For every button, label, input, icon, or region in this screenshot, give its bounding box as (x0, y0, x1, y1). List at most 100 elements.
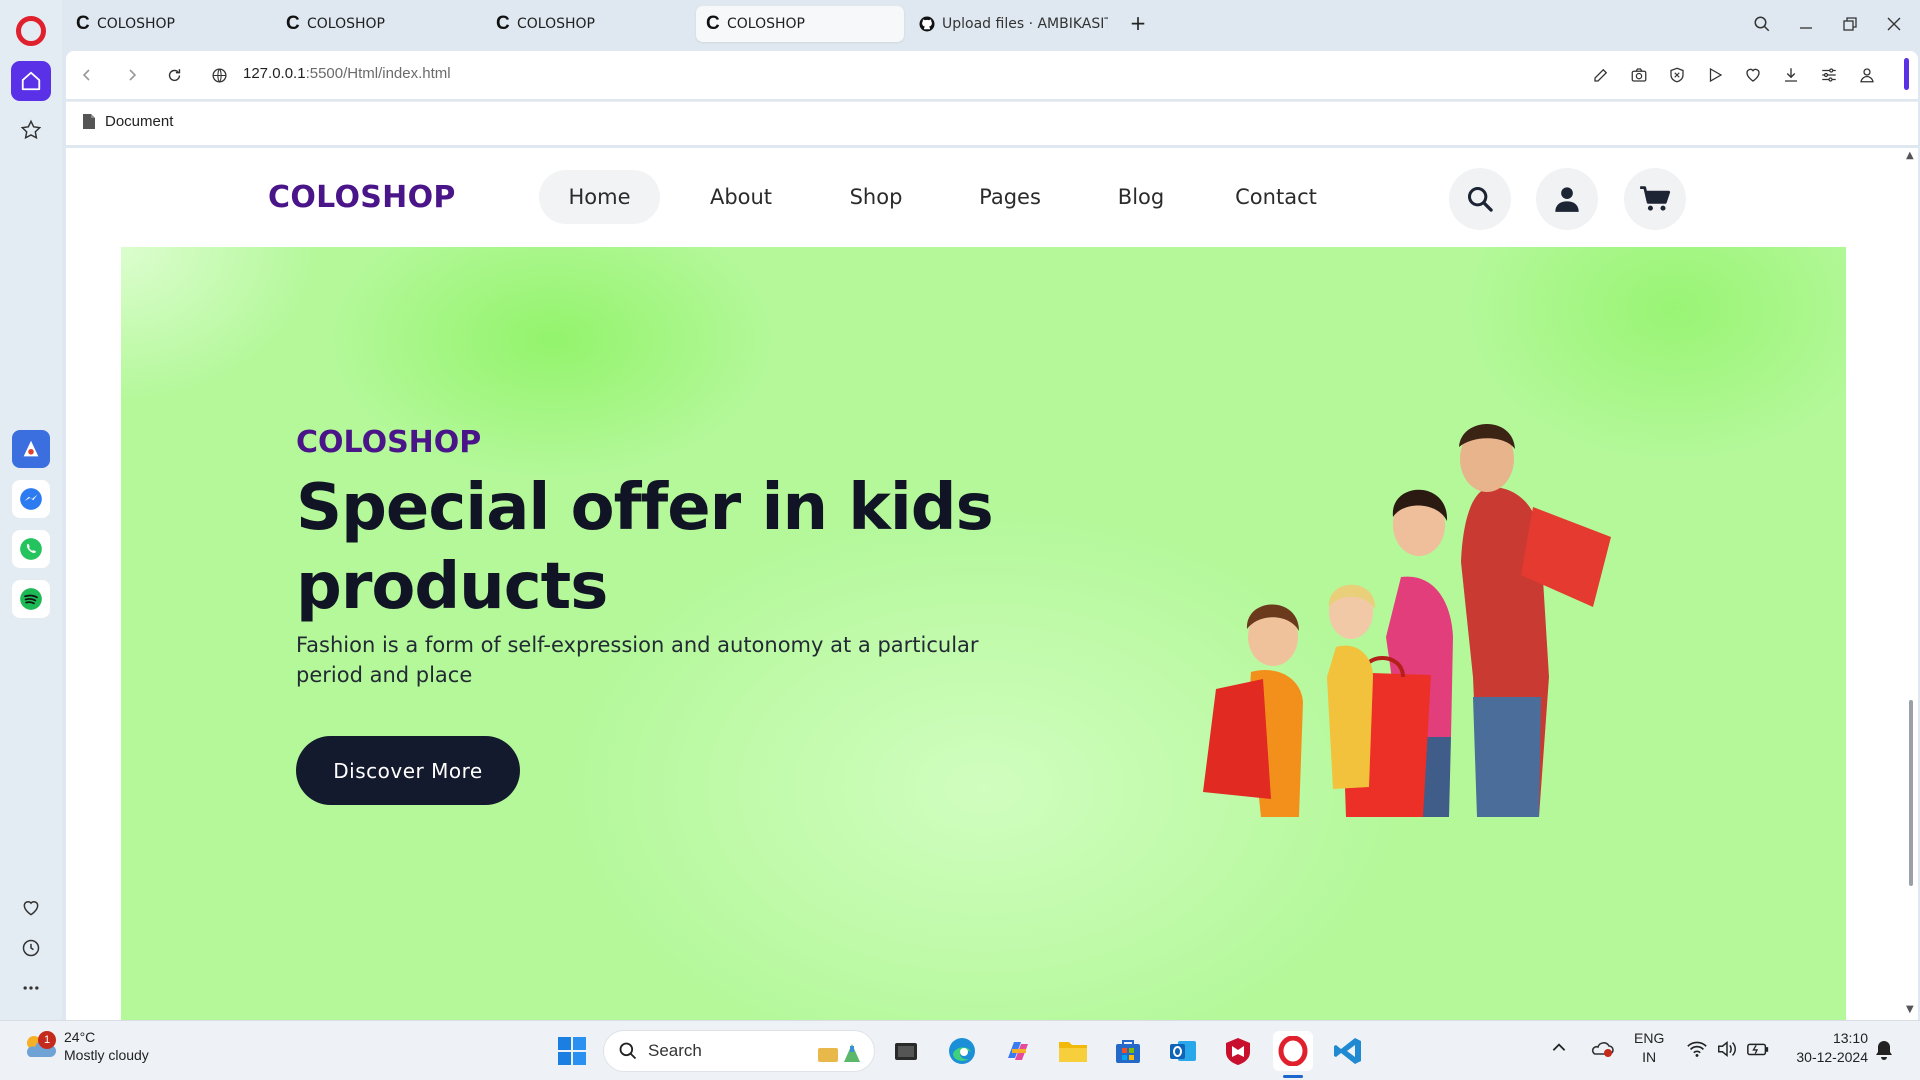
github-icon (918, 15, 936, 33)
star-icon[interactable] (11, 110, 51, 150)
language-indicator[interactable]: ENG IN (1634, 1029, 1664, 1067)
browser-tab[interactable]: C COLOSHOP (486, 6, 686, 42)
nav-about[interactable]: About (686, 170, 796, 224)
time: 13:10 (1832, 1030, 1868, 1046)
bookmark-document[interactable]: Document (82, 113, 173, 130)
mcafee-icon[interactable] (1218, 1031, 1258, 1071)
weather-badge: 1 (38, 1031, 56, 1049)
bookmark-label: Document (105, 113, 174, 130)
browser-tab[interactable]: Upload files · AMBIKASITH (908, 6, 1108, 42)
home-icon[interactable] (11, 61, 51, 101)
tab-favicon: C (286, 13, 300, 34)
search-highlight-icon (816, 1038, 864, 1066)
user-icon[interactable] (1536, 168, 1598, 230)
whatsapp-icon[interactable] (12, 530, 50, 568)
url-path: :5500/Html/index.html (305, 65, 451, 82)
nav-shop[interactable]: Shop (826, 170, 926, 224)
search-icon (618, 1041, 638, 1061)
volume-icon[interactable] (1716, 1039, 1738, 1063)
easy-setup-icon[interactable] (1818, 64, 1840, 86)
task-view-icon[interactable] (886, 1031, 926, 1071)
tab-title: Upload files · AMBIKASITH (942, 16, 1108, 32)
onedrive-icon[interactable] (1590, 1038, 1614, 1062)
battery-icon[interactable] (1746, 1039, 1770, 1063)
heart-icon[interactable] (1742, 64, 1764, 86)
opera-logo-icon[interactable] (16, 16, 46, 46)
url-host: 127.0.0.1 (243, 65, 306, 82)
opera-taskbar-icon[interactable] (1273, 1031, 1313, 1071)
browser-tab[interactable]: C COLOSHOP (66, 6, 266, 42)
document-icon (82, 113, 96, 130)
search-icon[interactable] (1449, 168, 1511, 230)
scroll-down-icon[interactable]: ▼ (1906, 1004, 1914, 1015)
hero-title: Special offer in kids products (296, 471, 994, 624)
download-icon[interactable] (1780, 64, 1802, 86)
nav-blog[interactable]: Blog (1096, 170, 1186, 224)
scroll-up-icon[interactable]: ▲ (1906, 150, 1914, 161)
outlook-icon[interactable] (1163, 1031, 1203, 1071)
browser-tab[interactable]: C COLOSHOP (276, 6, 476, 42)
more-icon[interactable] (11, 968, 51, 1008)
notification-bell-icon[interactable] (1874, 1039, 1894, 1065)
minimize-icon[interactable] (1792, 10, 1820, 38)
date: 30-12-2024 (1796, 1049, 1868, 1065)
page-viewport: COLOSHOP Home About Shop Pages Blog Cont… (66, 148, 1918, 1020)
tab-favicon: C (496, 13, 510, 34)
tab-title: COLOSHOP (97, 16, 175, 32)
weather-widget[interactable]: 1 24°C Mostly cloudy (22, 1029, 149, 1063)
cloud-icon: 1 (22, 1031, 56, 1059)
url-field[interactable]: 127.0.0.1:5500/Html/index.html (243, 65, 451, 82)
browser-tab-active[interactable]: C COLOSHOP (696, 6, 904, 42)
camera-icon[interactable] (1628, 64, 1650, 86)
temperature: 24°C (64, 1029, 96, 1045)
family-shopping-image (1101, 397, 1661, 817)
back-icon[interactable] (75, 63, 99, 87)
copilot-icon[interactable] (998, 1031, 1038, 1071)
region-code: IN (1642, 1049, 1657, 1065)
nav-home[interactable]: Home (539, 170, 660, 224)
microsoft-store-icon[interactable] (1108, 1031, 1148, 1071)
tab-title: COLOSHOP (517, 16, 595, 32)
address-bar: 127.0.0.1:5500/Html/index.html (66, 51, 1918, 99)
hero-banner: COLOSHOP Special offer in kids products … (121, 247, 1846, 1020)
forward-icon[interactable] (120, 63, 144, 87)
messenger-icon[interactable] (12, 480, 50, 518)
edit-icon[interactable] (1590, 64, 1612, 86)
weather-condition: Mostly cloudy (64, 1047, 149, 1063)
profile-icon[interactable] (1856, 64, 1878, 86)
close-icon[interactable] (1880, 10, 1908, 38)
chevron-up-icon[interactable] (1550, 1039, 1568, 1061)
adblock-icon[interactable] (1666, 64, 1688, 86)
cart-icon[interactable] (1624, 168, 1686, 230)
bookmarks-bar: Document (66, 101, 1918, 145)
page-scrollbar[interactable]: ▲ ▼ (1904, 150, 1918, 1020)
tab-strip: C COLOSHOP C COLOSHOP C COLOSHOP C COLOS… (62, 0, 1920, 48)
globe-icon[interactable] (207, 63, 231, 87)
discover-more-button[interactable]: Discover More (296, 736, 520, 805)
windows-start-icon[interactable] (552, 1031, 592, 1071)
tab-favicon: C (706, 13, 720, 34)
edge-icon[interactable] (942, 1031, 982, 1071)
new-tab-button[interactable]: + (1126, 12, 1150, 36)
spotify-icon[interactable] (12, 580, 50, 618)
sidebar-toggle[interactable] (1904, 58, 1909, 90)
scroll-thumb[interactable] (1909, 700, 1913, 886)
hero-kicker: COLOSHOP (296, 425, 482, 460)
reload-icon[interactable] (162, 63, 186, 87)
file-explorer-icon[interactable] (1053, 1031, 1093, 1071)
restore-icon[interactable] (1836, 10, 1864, 38)
vscode-icon[interactable] (1328, 1031, 1368, 1071)
aria-app-icon[interactable] (12, 430, 50, 468)
heart-icon[interactable] (11, 888, 51, 928)
wifi-icon[interactable] (1686, 1039, 1708, 1063)
search-placeholder: Search (648, 1041, 702, 1060)
history-icon[interactable] (11, 928, 51, 968)
site-logo[interactable]: COLOSHOP (268, 180, 456, 215)
search-tabs-icon[interactable] (1748, 10, 1776, 38)
play-icon[interactable] (1704, 64, 1726, 86)
site-header: COLOSHOP Home About Shop Pages Blog Cont… (66, 148, 1918, 248)
nav-contact[interactable]: Contact (1211, 170, 1341, 224)
clock[interactable]: 13:10 30-12-2024 (1782, 1029, 1868, 1067)
taskbar-search[interactable]: Search (603, 1030, 875, 1072)
nav-pages[interactable]: Pages (955, 170, 1065, 224)
